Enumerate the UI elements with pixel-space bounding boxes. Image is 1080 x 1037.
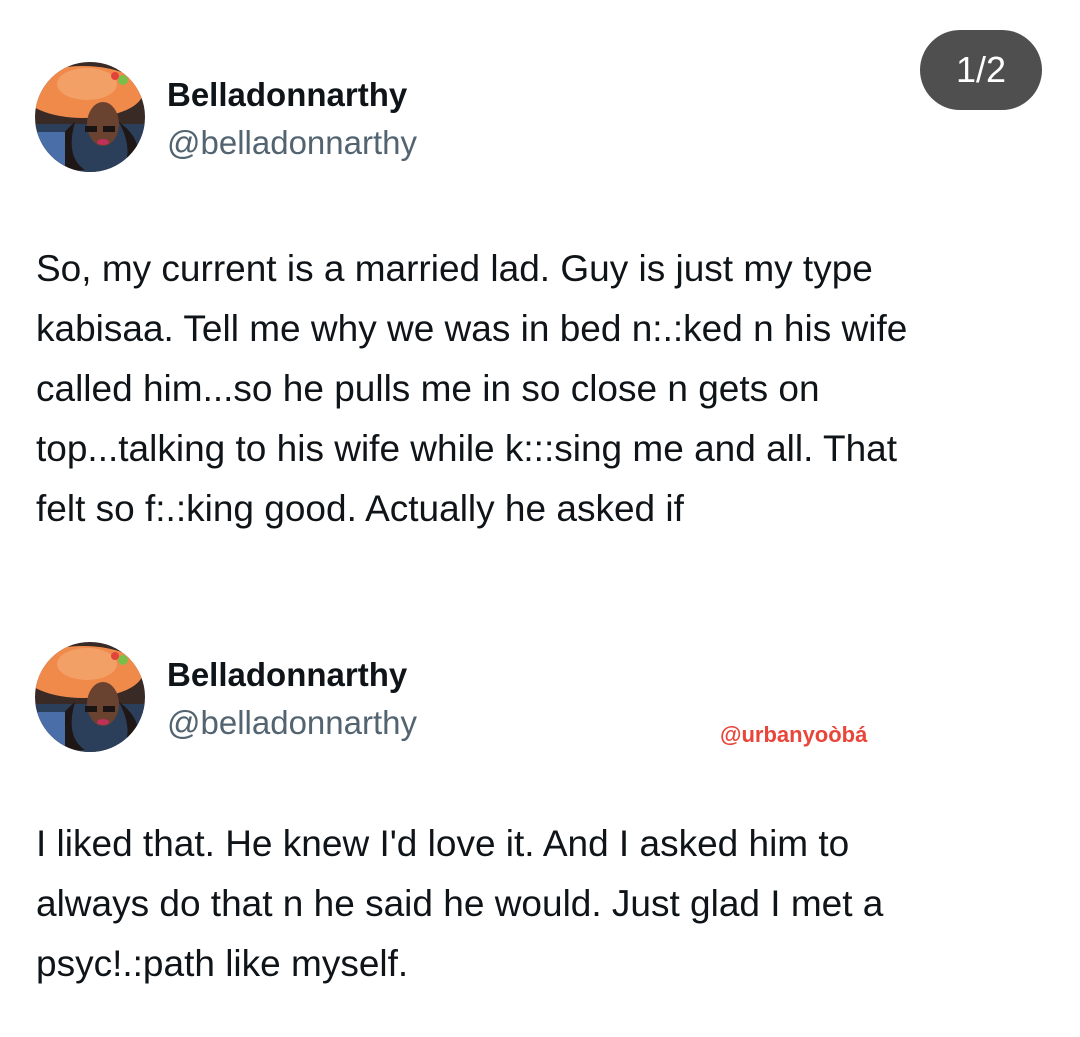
tweet-text-line: top...talking to his wife while k:::sing… bbox=[36, 428, 898, 469]
avatar-photo-icon bbox=[35, 642, 145, 752]
avatar[interactable] bbox=[35, 642, 145, 752]
tweet-text: I liked that. He knew I'd love it. And I… bbox=[36, 814, 1056, 994]
display-name[interactable]: Belladonnarthy bbox=[167, 656, 407, 694]
user-handle[interactable]: @belladonnarthy bbox=[167, 124, 417, 162]
watermark: @urbanyoòbá bbox=[720, 722, 868, 747]
tweet-header: Belladonnarthy @belladonnarthy bbox=[35, 642, 635, 752]
tweet-text-line: kabisaa. Tell me why we was in bed n:.:k… bbox=[36, 308, 908, 349]
tweet-header: Belladonnarthy @belladonnarthy bbox=[35, 62, 635, 172]
user-handle[interactable]: @belladonnarthy bbox=[167, 704, 417, 742]
screenshot-page: 1/2 Belladonnarthy @belladonnarthy So, m… bbox=[0, 0, 1080, 1037]
tweet-text-line: felt so f:.:king good. Actually he asked… bbox=[36, 488, 684, 529]
tweet-text-line: So, my current is a married lad. Guy is … bbox=[36, 248, 873, 289]
tweet-text-line: psyc!.:path like myself. bbox=[36, 943, 409, 984]
display-name[interactable]: Belladonnarthy bbox=[167, 76, 407, 114]
tweet-text-line: I liked that. He knew I'd love it. And I… bbox=[36, 823, 850, 864]
tweet-text-line: called him...so he pulls me in so close … bbox=[36, 368, 820, 409]
page-counter-badge: 1/2 bbox=[920, 30, 1042, 110]
avatar[interactable] bbox=[35, 62, 145, 172]
tweet-text-line: always do that n he said he would. Just … bbox=[36, 883, 884, 924]
tweet-text: So, my current is a married lad. Guy is … bbox=[36, 239, 1056, 539]
avatar-photo-icon bbox=[35, 62, 145, 172]
